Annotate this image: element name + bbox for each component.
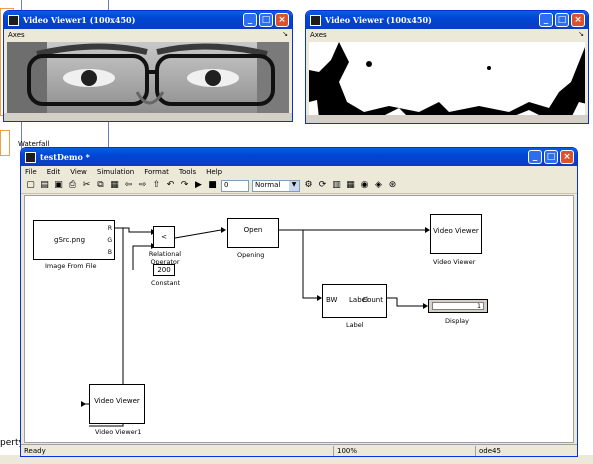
dock-arrow-icon[interactable]: ↘ [282,30,288,38]
video-display-binary [309,42,585,118]
status-solver: ode45 [479,447,501,455]
simulink-model-icon [25,151,36,163]
label-block[interactable]: BW Label Count [322,284,387,318]
forward-arrow-icon[interactable]: ⇨ [137,180,148,191]
video-viewer1-titlebar[interactable]: Video Viewer1 (100x450) _ □ × [4,11,292,29]
display-label: Display [445,317,469,325]
maximize-button[interactable]: □ [259,13,273,27]
minimize-button[interactable]: _ [243,13,257,27]
model-window[interactable]: testDemo * _ □ × File Edit View Simulati… [20,147,578,457]
image-from-file-block[interactable]: gSrc.png R G B [33,220,115,260]
menu-edit[interactable]: Edit [47,168,61,176]
video-viewer-app-icon [310,14,321,26]
back-arrow-icon[interactable]: ⇦ [123,180,134,191]
video-viewer-label: Video Viewer [433,258,476,266]
menu-view[interactable]: View [70,168,87,176]
label-block-label: Label [346,321,364,329]
window-title: Video Viewer (100x450) [325,15,432,25]
menubar: Axes ↘ [4,29,292,41]
stop-icon[interactable]: ■ [207,180,218,191]
stop-time-input[interactable]: 0 [221,179,249,192]
copy-icon[interactable]: ⧉ [95,180,106,191]
constant-label: Constant [151,279,181,287]
build-icon[interactable]: ⚙ [303,180,314,191]
status-bar: Ready 100% ode45 [21,444,577,456]
minimize-button[interactable]: _ [539,13,553,27]
menubar: File Edit View Simulation Format Tools H… [21,166,577,178]
opening-label: Opening [237,251,265,259]
run-icon[interactable]: ▶ [193,180,204,191]
undo-icon[interactable]: ↶ [165,180,176,191]
image-from-file-label: Image From File [45,262,97,270]
port-r: R [107,225,112,232]
video-viewer-app-icon [8,14,19,26]
close-button[interactable]: × [275,13,289,27]
status-ready: Ready [24,447,46,455]
video-viewer1-label: Video Viewer1 [95,428,142,436]
minimize-button[interactable]: _ [528,150,542,164]
open-folder-icon[interactable]: ▤ [39,180,50,191]
toolbar: ▢ ▤ ▣ ⎙ ✂ ⧉ ▦ ⇦ ⇨ ⇧ ↶ ↷ ▶ ■ 0 Normal ▼ ⚙… [21,178,577,194]
video-status-bar [4,113,292,121]
cut-icon[interactable]: ✂ [81,180,92,191]
menu-format[interactable]: Format [144,168,169,176]
new-file-icon[interactable]: ▢ [25,180,36,191]
profiler-icon[interactable]: ◈ [373,180,384,191]
save-icon[interactable]: ▣ [53,180,64,191]
dock-arrow-icon[interactable]: ↘ [578,30,584,38]
debug-icon[interactable]: ◉ [359,180,370,191]
video-viewer-block[interactable]: Video Viewer [430,214,482,254]
label-port-bw: BW [326,296,338,304]
constant-block[interactable]: 200 [153,264,175,276]
menu-file[interactable]: File [25,168,37,176]
update-diagram-icon[interactable]: ⟳ [317,180,328,191]
paste-icon[interactable]: ▦ [109,180,120,191]
video-viewer1-window[interactable]: Video Viewer1 (100x450) _ □ × Axes ↘ [3,10,293,122]
menu-tools[interactable]: Tools [179,168,196,176]
window-title: testDemo * [40,152,90,162]
model-canvas[interactable]: gSrc.png R G B Image From File < Relatio… [24,195,574,443]
up-arrow-icon[interactable]: ⇧ [151,180,162,191]
window-title: Video Viewer1 (100x450) [23,15,136,25]
simulation-mode-value: Normal [255,180,281,189]
menu-help[interactable]: Help [206,168,222,176]
model-titlebar[interactable]: testDemo * _ □ × [21,148,577,166]
maximize-button[interactable]: □ [555,13,569,27]
help-icon[interactable]: ⊛ [387,180,398,191]
video-viewer-window[interactable]: Video Viewer (100x450) _ □ × Axes ↘ [305,10,589,124]
menu-simulation[interactable]: Simulation [97,168,134,176]
display-value: 1 [432,302,484,310]
opening-block[interactable]: Open [227,218,279,248]
maximize-button[interactable]: □ [544,150,558,164]
video-viewer-titlebar[interactable]: Video Viewer (100x450) _ □ × [306,11,588,29]
model-explorer-icon[interactable]: ▥ [331,180,342,191]
redo-icon[interactable]: ↷ [179,180,190,191]
video-viewer1-block[interactable]: Video Viewer [89,384,145,424]
label-port-count: Count [362,296,383,304]
menu-axes[interactable]: Axes [8,31,25,39]
port-g: G [107,237,112,244]
library-browser-icon[interactable]: ▦ [345,180,356,191]
print-icon[interactable]: ⎙ [67,180,78,191]
video-display-grayscale [7,42,289,118]
display-block[interactable]: 1 [428,299,488,313]
relational-operator-block[interactable]: < [153,226,175,248]
background-block-small [0,130,10,156]
image-from-file-text: gSrc.png [54,236,86,244]
status-zoom: 100% [337,447,358,455]
close-button[interactable]: × [571,13,585,27]
video-status-bar [306,115,588,123]
menu-axes[interactable]: Axes [310,31,327,39]
chevron-down-icon[interactable]: ▼ [289,180,299,191]
port-b: B [107,249,112,256]
menubar: Axes ↘ [306,29,588,41]
simulation-mode-select[interactable]: Normal ▼ [252,179,300,192]
close-button[interactable]: × [560,150,574,164]
